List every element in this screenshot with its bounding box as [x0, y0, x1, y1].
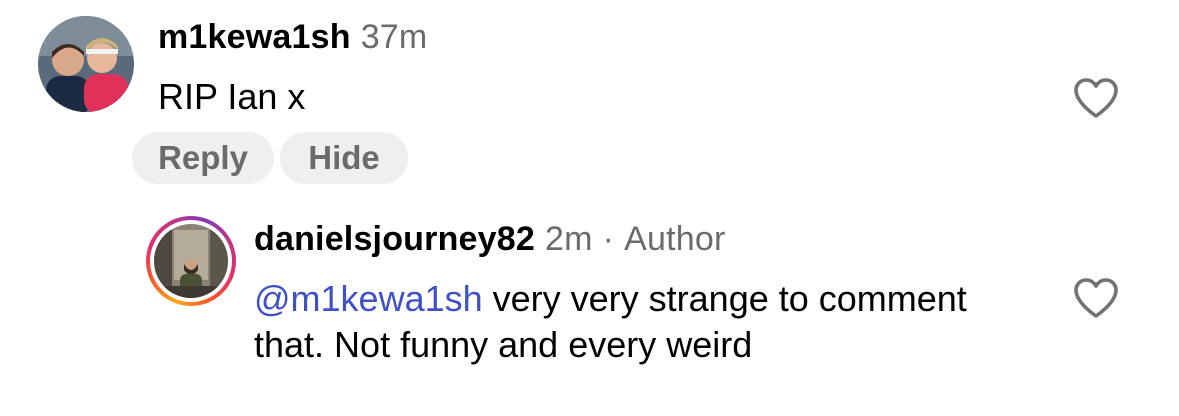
avatar-photo	[154, 224, 228, 298]
reply-comment-item: danielsjourney82 2m · Author @m1kewa1sh ver…	[0, 200, 1179, 416]
comment-time: 2m	[544, 220, 593, 258]
comment-username[interactable]: danielsjourney82 2m · Author	[254, 220, 726, 259]
comment-username[interactable]: m1kewa1sh 37m	[158, 18, 427, 57]
username-text[interactable]: m1kewa1sh	[158, 18, 351, 56]
heart-outline-icon[interactable]	[1072, 76, 1120, 120]
username-text[interactable]: danielsjourney82	[254, 220, 535, 258]
hide-button[interactable]: Hide	[280, 132, 408, 184]
comment-time: 37m	[360, 18, 428, 56]
comment-text: RIP Ian x	[158, 76, 306, 117]
author-label: Author	[624, 220, 726, 258]
story-ring[interactable]	[146, 216, 236, 306]
meta-separator: ·	[602, 220, 615, 258]
reply-button[interactable]: Reply	[132, 132, 274, 184]
comment-item: m1kewa1sh 37m RIP Ian x Reply Hide	[0, 0, 1179, 200]
avatar[interactable]	[38, 16, 134, 112]
comment-text: @m1kewa1sh very very strange to comment …	[254, 276, 1014, 368]
story-ring-inner	[150, 220, 232, 302]
mention-link[interactable]: @m1kewa1sh	[254, 278, 483, 319]
heart-outline-icon[interactable]	[1072, 276, 1120, 320]
avatar[interactable]	[154, 224, 228, 298]
avatar-photo	[38, 16, 134, 112]
